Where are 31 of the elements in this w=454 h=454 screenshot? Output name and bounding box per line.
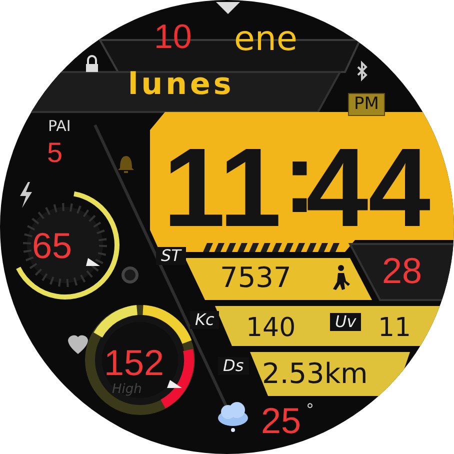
menu-arrow-icon[interactable] bbox=[216, 2, 240, 14]
bluetooth-icon bbox=[357, 60, 368, 82]
date-month: ene bbox=[234, 22, 298, 56]
steps-value: 7537 bbox=[220, 264, 292, 292]
button-icon bbox=[122, 266, 138, 284]
temperature-value: 25 bbox=[261, 403, 302, 439]
uv-label: Uv bbox=[330, 313, 362, 331]
weekday-text: lunes bbox=[128, 70, 234, 100]
heart-rate-value: 152 bbox=[104, 345, 164, 381]
uv-value: 11 bbox=[378, 315, 412, 341]
heart-icon bbox=[68, 335, 88, 354]
calories-value: 140 bbox=[246, 315, 296, 341]
lightning-icon bbox=[20, 182, 32, 208]
bell-icon bbox=[118, 156, 134, 173]
lock-icon bbox=[86, 55, 98, 72]
battery-value: 65 bbox=[32, 228, 72, 264]
distance-label: Ds bbox=[218, 357, 249, 375]
walking-person-icon bbox=[333, 265, 350, 290]
steps-label: ST bbox=[156, 247, 186, 265]
pai-value: 5 bbox=[47, 139, 63, 167]
time-hours: 11 bbox=[163, 132, 282, 244]
side-value: 28 bbox=[382, 253, 422, 289]
calories-label: Kc bbox=[190, 311, 220, 329]
pointer-icon bbox=[86, 258, 100, 266]
distance-value: 2.53km bbox=[262, 360, 368, 388]
pai-label: PAI bbox=[48, 119, 71, 134]
cloud-icon bbox=[218, 402, 248, 432]
temperature-unit: ° bbox=[306, 402, 314, 418]
am-pm-indicator: PM bbox=[348, 93, 385, 116]
date-day: 10 bbox=[154, 20, 192, 54]
pointer-icon bbox=[167, 380, 182, 388]
